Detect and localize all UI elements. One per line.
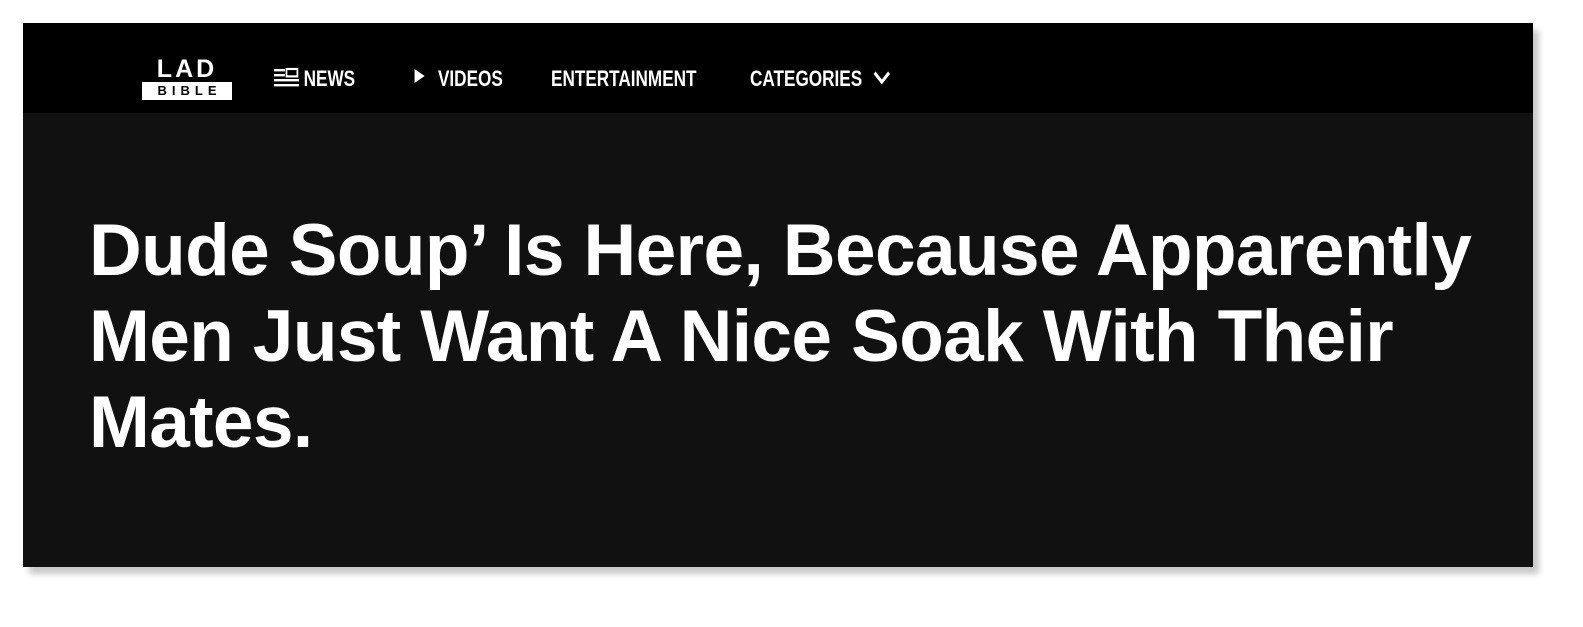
- ladbible-logo[interactable]: LAD BIBLE: [142, 55, 232, 100]
- newspaper-icon: [274, 65, 299, 93]
- logo-wordmark-top: LAD: [156, 55, 218, 83]
- logo-wordmark-bottom: BIBLE: [142, 82, 232, 100]
- article-headline[interactable]: Dude Soup’ Is Here, Because Apparently M…: [89, 208, 1509, 466]
- chevron-down-icon: [873, 66, 890, 92]
- nav-label-news: NEWS: [303, 66, 356, 91]
- nav-item-categories[interactable]: CATEGORIES: [750, 66, 890, 92]
- nav-label-videos: VIDEOS: [437, 66, 503, 91]
- nav-item-news[interactable]: NEWS: [274, 66, 355, 92]
- nav-item-entertainment[interactable]: ENTERTAINMENT: [551, 66, 697, 92]
- article-hero-card: LAD BIBLE NEWS VIDEOS ENTERTAINMENT CATE…: [23, 23, 1533, 567]
- top-navbar: LAD BIBLE NEWS VIDEOS ENTERTAINMENT CATE…: [23, 23, 1533, 113]
- nav-label-categories: CATEGORIES: [750, 66, 863, 91]
- nav-label-entertainment: ENTERTAINMENT: [551, 66, 697, 91]
- nav-item-videos[interactable]: VIDEOS: [413, 66, 503, 92]
- play-icon: [413, 66, 425, 92]
